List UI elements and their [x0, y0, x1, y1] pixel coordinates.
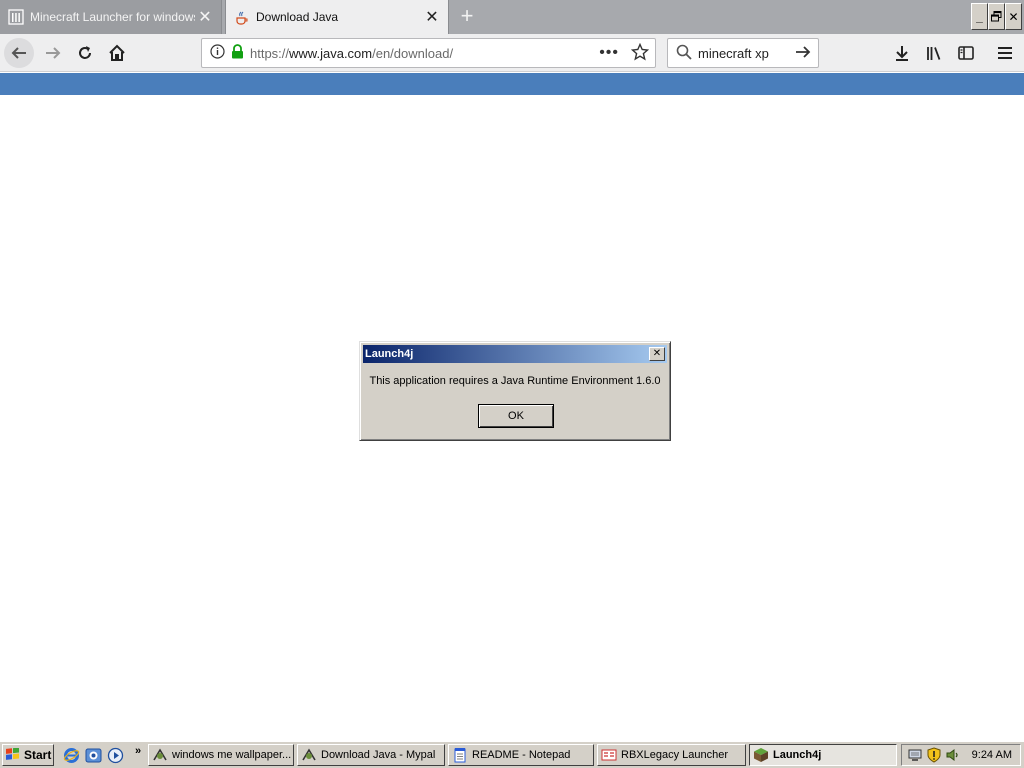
- quick-launch-chevron-icon[interactable]: »: [135, 745, 141, 757]
- taskbar-button[interactable]: windows me wallpaper...: [148, 744, 294, 766]
- home-button[interactable]: [102, 38, 132, 68]
- security-shield-icon[interactable]: [926, 747, 942, 763]
- taskbar-button-label: windows me wallpaper...: [172, 749, 292, 761]
- clock[interactable]: 9:24 AM: [972, 749, 1012, 761]
- tab-close-icon[interactable]: ✕: [195, 7, 215, 27]
- taskbar-button-label: Download Java - Mypal: [321, 749, 436, 761]
- dialog-message: This application requires a Java Runtime…: [369, 375, 661, 387]
- back-button[interactable]: [4, 38, 34, 68]
- lock-icon[interactable]: [231, 44, 244, 62]
- sidebar-icon: [958, 46, 974, 60]
- taskbar-button-label: RBXLegacy Launcher: [621, 749, 729, 761]
- tab-title: Download Java: [256, 10, 339, 24]
- downloads-button[interactable]: [887, 38, 917, 68]
- tab-title: Minecraft Launcher for windows xp: [30, 10, 195, 24]
- library-icon: [927, 47, 941, 60]
- close-window-button[interactable]: ✕: [1005, 3, 1022, 30]
- page-actions-icon[interactable]: •••: [599, 44, 619, 62]
- network-icon[interactable]: [907, 747, 923, 763]
- taskbar-button[interactable]: RBXLegacy Launcher: [597, 744, 746, 766]
- browser-icon: [301, 747, 317, 763]
- sidebar-toggle-button[interactable]: [951, 38, 981, 68]
- rbxlegacy-icon: [601, 747, 617, 763]
- taskbar-button[interactable]: Download Java - Mypal: [297, 744, 445, 766]
- outlook-express-icon[interactable]: [84, 746, 102, 764]
- minimize-button[interactable]: _: [971, 3, 988, 30]
- close-icon: ✕: [652, 348, 662, 359]
- forward-arrow-icon: [46, 47, 61, 59]
- info-icon[interactable]: [210, 44, 225, 62]
- tab-download-java[interactable]: Download Java ✕: [225, 0, 449, 34]
- taskbar-button-active[interactable]: Launch4j: [749, 744, 897, 766]
- notepad-icon: [452, 747, 468, 763]
- dialog-title: Launch4j: [365, 348, 414, 360]
- url-bar[interactable]: https://www.java.com/en/download/ •••: [201, 38, 656, 68]
- minecraft-block-icon: [753, 747, 769, 763]
- url-path: /en/download/: [372, 45, 454, 61]
- system-tray: 9:24 AM: [901, 744, 1021, 766]
- reload-button[interactable]: [70, 38, 100, 68]
- close-glyph: ✕: [1008, 9, 1019, 24]
- taskbar: Start » windows me wallpaper... Download…: [0, 740, 1024, 768]
- tab-minecraft-launcher[interactable]: Minecraft Launcher for windows xp ✕: [0, 0, 222, 34]
- launch4j-dialog: Launch4j ✕ This application requires a J…: [359, 341, 671, 441]
- restore-icon: [991, 11, 1002, 22]
- reload-icon: [79, 46, 91, 59]
- search-input[interactable]: minecraft xp: [698, 46, 794, 61]
- ok-button[interactable]: OK: [478, 404, 554, 428]
- browser-icon: [152, 747, 168, 763]
- back-arrow-icon: [11, 47, 26, 59]
- taskbar-button-label: README - Notepad: [472, 749, 571, 761]
- bookmark-star-icon[interactable]: [630, 42, 650, 64]
- navigation-bar: https://www.java.com/en/download/ ••• mi…: [0, 34, 1024, 72]
- search-bar[interactable]: minecraft xp: [667, 38, 819, 68]
- volume-icon[interactable]: [945, 747, 961, 763]
- home-icon: [109, 44, 125, 61]
- url-scheme: https://: [250, 45, 290, 61]
- taskbar-button-label: Launch4j: [773, 749, 822, 761]
- media-player-icon[interactable]: [106, 746, 124, 764]
- url-host: www.java.com: [289, 45, 373, 61]
- search-icon: [676, 44, 692, 63]
- page-header-bar: [0, 73, 1024, 95]
- tab-strip: Minecraft Launcher for windows xp ✕ Down…: [0, 0, 1024, 34]
- minimize-glyph: _: [976, 9, 983, 24]
- windows-logo-icon: [5, 748, 21, 762]
- hamburger-menu-icon: [998, 47, 1012, 59]
- download-arrow-icon: [896, 46, 908, 61]
- java-cup-icon: [234, 9, 250, 25]
- tab-close-icon[interactable]: ✕: [422, 7, 442, 27]
- internet-explorer-icon[interactable]: [62, 746, 80, 764]
- search-go-arrow-icon[interactable]: [794, 43, 812, 64]
- forward-button[interactable]: [38, 38, 68, 68]
- taskbar-button[interactable]: README - Notepad: [448, 744, 594, 766]
- dialog-close-button[interactable]: ✕: [649, 347, 665, 361]
- menu-button[interactable]: [990, 38, 1020, 68]
- library-columns-icon: [8, 9, 24, 25]
- new-tab-plus-icon[interactable]: +: [456, 5, 478, 28]
- library-button[interactable]: [919, 38, 949, 68]
- url-text[interactable]: https://www.java.com/en/download/: [250, 46, 599, 61]
- start-label: Start: [24, 748, 52, 762]
- start-button[interactable]: Start: [2, 744, 54, 766]
- dialog-titlebar[interactable]: Launch4j ✕: [363, 345, 667, 363]
- restore-button[interactable]: [988, 3, 1005, 30]
